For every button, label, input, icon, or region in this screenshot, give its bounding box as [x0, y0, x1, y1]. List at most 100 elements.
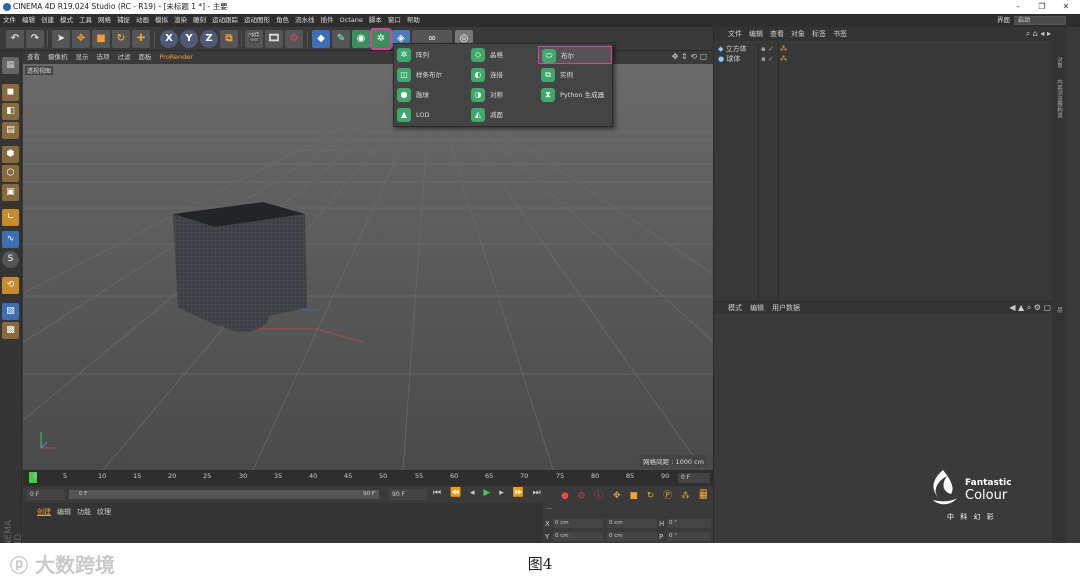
key-mode-icons[interactable]: ✥ ■ ↻ Ⓟ ⁂ ▦: [613, 488, 710, 501]
vp-menu-view[interactable]: 查看: [23, 51, 44, 63]
menu-edit[interactable]: 编辑: [19, 14, 38, 27]
obj-menu-view[interactable]: 查看: [770, 30, 784, 38]
visibility-toggle-icon[interactable]: ▪ ✓: [761, 55, 774, 63]
menu-animate[interactable]: 动画: [133, 14, 152, 27]
attr-menu-userdata[interactable]: 用户数据: [772, 304, 800, 312]
vp-menu-cameras[interactable]: 摄像机: [44, 51, 72, 63]
cube-right-face[interactable]: [215, 214, 307, 326]
axis-mode-icon[interactable]: ∟: [2, 209, 19, 226]
coord-y-field[interactable]: 0 cm: [553, 532, 603, 541]
popup-item-instance[interactable]: ⧉ 实例: [538, 66, 612, 84]
y-axis-lock-button[interactable]: Y: [180, 30, 198, 48]
snapping-icon[interactable]: S: [2, 251, 19, 268]
object-row-cube[interactable]: ◆ 立方体: [718, 45, 747, 54]
obj-menu-tags[interactable]: 标签: [812, 30, 826, 38]
menu-sculpt[interactable]: 雕刻: [190, 14, 209, 27]
obj-menu-objects[interactable]: 对象: [791, 30, 805, 38]
menu-window[interactable]: 窗口: [385, 14, 404, 27]
maximize-button[interactable]: ❐: [1030, 0, 1054, 14]
menu-create[interactable]: 创建: [38, 14, 57, 27]
layout-select[interactable]: 启动: [1014, 16, 1066, 25]
side-tab-objects[interactable]: 对象: [1055, 57, 1063, 68]
mat-tab-texture[interactable]: 纹理: [97, 507, 111, 517]
menu-octane[interactable]: Octane: [337, 14, 366, 27]
vp-menu-panel[interactable]: 面板: [135, 51, 156, 63]
z-axis-lock-button[interactable]: Z: [200, 30, 218, 48]
side-tab-content-browser[interactable]: 内容浏览器: [1055, 79, 1063, 107]
side-tab-structure[interactable]: 构造: [1055, 107, 1063, 118]
popup-item-symmetry[interactable]: ◑ 对称: [468, 86, 540, 104]
size-x-field[interactable]: 0 cm: [607, 519, 657, 528]
workplane-icon[interactable]: ▤: [2, 122, 19, 139]
viewport-nav-icons[interactable]: ✥ ⇕ ⟲ ▢: [672, 51, 707, 63]
popup-item-lattice[interactable]: ◇ 晶格: [468, 46, 540, 64]
attr-menu-edit[interactable]: 编辑: [750, 304, 764, 312]
frame-range-slider[interactable]: 0 F 90 F: [69, 490, 379, 499]
edges-mode-icon[interactable]: ⬡: [2, 165, 19, 182]
popup-item-lod[interactable]: ▲ LOD: [394, 106, 466, 124]
timeline-window-icon[interactable]: ▥: [699, 488, 708, 498]
end-frame-field[interactable]: 0 F: [678, 473, 710, 483]
x-axis-lock-button[interactable]: X: [160, 30, 178, 48]
vp-menu-filter[interactable]: 过滤: [114, 51, 135, 63]
polygons-mode-icon[interactable]: ▣: [2, 184, 19, 201]
visibility-toggle-icon[interactable]: ▪ ✓: [761, 45, 774, 53]
record-key-icons[interactable]: ● ⊙ ⓘ: [561, 488, 606, 501]
make-editable-icon[interactable]: ▦: [2, 57, 19, 74]
object-manager-tools[interactable]: ⌕ ⌂ ◂ ▸: [1026, 27, 1051, 41]
transform-icon[interactable]: ✚: [132, 30, 150, 48]
max-frame-field[interactable]: 90 F: [389, 489, 427, 500]
points-mode-icon[interactable]: ⬢: [2, 146, 19, 163]
tag-icon[interactable]: ⁂: [780, 55, 787, 63]
render-view-icon[interactable]: 🎬: [245, 30, 263, 48]
scale-icon[interactable]: ■: [92, 30, 110, 48]
coord-x-field[interactable]: 0 cm: [553, 519, 603, 528]
menu-script[interactable]: 脚本: [366, 14, 385, 27]
vp-menu-prorender[interactable]: ProRender: [156, 51, 197, 63]
obj-menu-bookmarks[interactable]: 书签: [833, 30, 847, 38]
texture-mode-icon[interactable]: ◧: [2, 103, 19, 120]
menu-file[interactable]: 文件: [0, 14, 19, 27]
menu-help[interactable]: 帮助: [404, 14, 423, 27]
model-mode-icon[interactable]: ◼: [2, 84, 19, 101]
rotate-icon[interactable]: ↻: [112, 30, 130, 48]
attribute-nav-icons[interactable]: ◀ ▲ ⌕ ⚙ ▢: [1009, 302, 1051, 314]
array-generator-icon[interactable]: ✲: [370, 28, 392, 50]
menu-simulate[interactable]: 模拟: [152, 14, 171, 27]
transport-buttons[interactable]: ⏮ ⏪ ◂ ▶ ▸ ⏩ ⏭: [433, 488, 544, 498]
menu-mode[interactable]: 模式: [57, 14, 76, 27]
object-row-sphere[interactable]: ● 球体: [718, 55, 740, 64]
timeline-ruler[interactable]: 0 5 10 15 20 25 30 35 40 45 50 55 60 65 …: [23, 470, 713, 486]
symmetry-icon[interactable]: ⟲: [2, 277, 19, 294]
tweak-mode-icon[interactable]: ∿: [2, 231, 19, 248]
menu-mograph[interactable]: 运动图形: [241, 14, 273, 27]
workplane-lock-icon[interactable]: ▧: [2, 303, 19, 320]
render-picture-viewer-icon[interactable]: 🎞: [265, 30, 283, 48]
popup-item-metaball[interactable]: ● 融球: [394, 86, 466, 104]
popup-item-connect[interactable]: ◐ 连接: [468, 66, 540, 84]
menu-character[interactable]: 角色: [273, 14, 292, 27]
side-tab-layers[interactable]: 层: [1055, 307, 1063, 313]
menu-pipeline[interactable]: 流水线: [292, 14, 318, 27]
move-icon[interactable]: ✥: [72, 30, 90, 48]
mat-tab-create[interactable]: 创建: [37, 507, 51, 517]
mat-tab-function[interactable]: 功能: [77, 507, 91, 517]
cube-primitive-icon[interactable]: ◆: [312, 30, 330, 48]
obj-menu-file[interactable]: 文件: [728, 30, 742, 38]
popup-item-spline-boole[interactable]: ◫ 样条布尔: [394, 66, 466, 84]
vp-menu-options[interactable]: 选项: [93, 51, 114, 63]
menu-snap[interactable]: 捕捉: [114, 14, 133, 27]
menu-mesh[interactable]: 网格: [95, 14, 114, 27]
minimize-button[interactable]: –: [1006, 0, 1030, 14]
popup-item-boole[interactable]: ⬭ 布尔: [538, 46, 612, 64]
popup-item-polygon-reduction[interactable]: ◭ 减面: [468, 106, 540, 124]
mat-tab-edit[interactable]: 编辑: [57, 507, 71, 517]
size-y-field[interactable]: 0 cm: [607, 532, 657, 541]
redo-icon[interactable]: ↷: [26, 30, 44, 48]
popup-item-array[interactable]: ✲ 阵列: [394, 46, 466, 64]
pen-spline-icon[interactable]: ✎: [332, 30, 350, 48]
close-button[interactable]: ✕: [1054, 0, 1078, 14]
undo-icon[interactable]: ↶: [6, 30, 24, 48]
attr-menu-mode[interactable]: 模式: [728, 304, 742, 312]
rot-p-field[interactable]: 0 °: [667, 532, 711, 541]
